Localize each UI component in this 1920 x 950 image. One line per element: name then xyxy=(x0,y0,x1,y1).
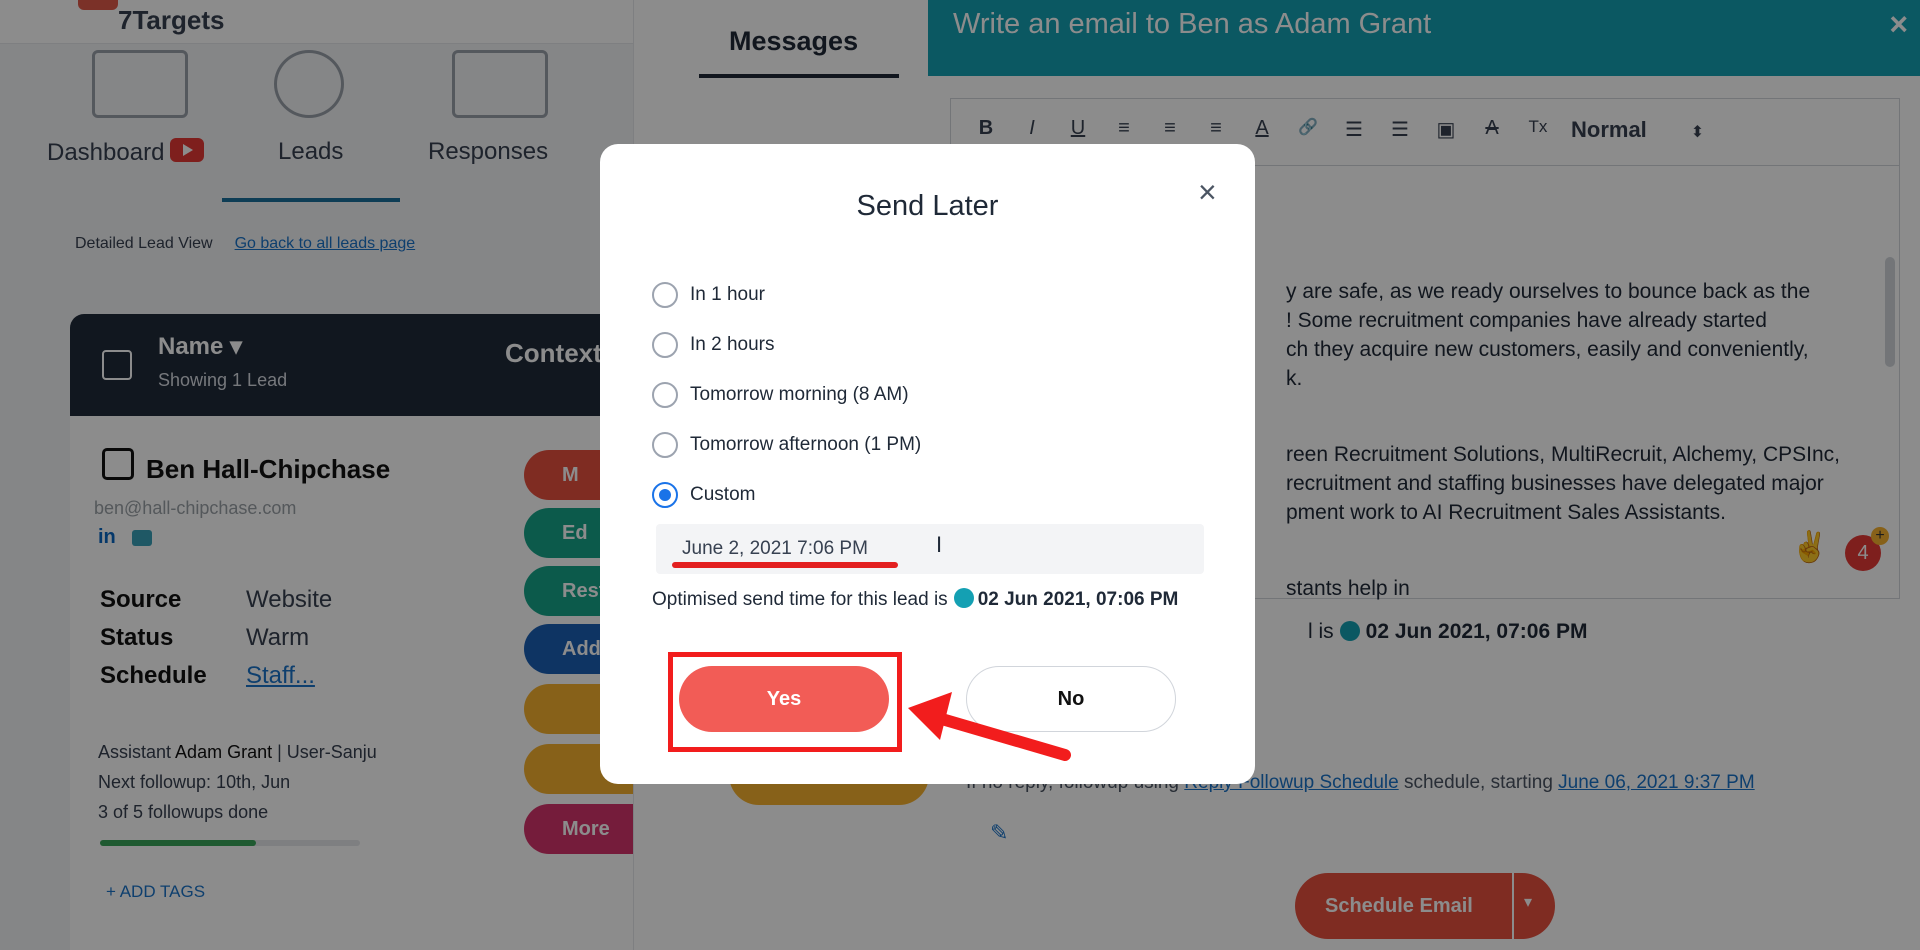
send-later-dialog: Send Later × In 1 hour In 2 hours Tomorr… xyxy=(600,144,1255,784)
radio-icon[interactable] xyxy=(652,332,678,358)
close-dialog-icon[interactable]: × xyxy=(1198,174,1217,211)
option-label: Tomorrow afternoon (1 PM) xyxy=(690,434,922,455)
radio-icon[interactable] xyxy=(652,432,678,458)
text-cursor-icon: I xyxy=(936,532,943,557)
radio-icon[interactable] xyxy=(652,282,678,308)
dialog-title: Send Later xyxy=(856,190,999,222)
pointer-arrow-icon xyxy=(908,692,1071,761)
optimised-label: Optimised send time for this lead is xyxy=(652,589,948,610)
optimised-send-time: Optimised send time for this lead is 02 J… xyxy=(652,588,1178,611)
yes-button[interactable]: Yes xyxy=(679,666,889,732)
option-label: In 2 hours xyxy=(690,334,775,355)
option-label: In 1 hour xyxy=(690,284,765,305)
radio-checked-icon[interactable] xyxy=(652,482,678,508)
option-label: Tomorrow morning (8 AM) xyxy=(690,384,909,405)
radio-icon[interactable] xyxy=(652,382,678,408)
clock-icon xyxy=(953,588,974,608)
optimised-time-value: 02 Jun 2021, 07:06 PM xyxy=(977,589,1179,610)
option-label: Custom xyxy=(690,484,756,505)
date-highlight-underline xyxy=(672,562,898,568)
custom-datetime-value: June 2, 2021 7:06 PM xyxy=(682,538,868,559)
